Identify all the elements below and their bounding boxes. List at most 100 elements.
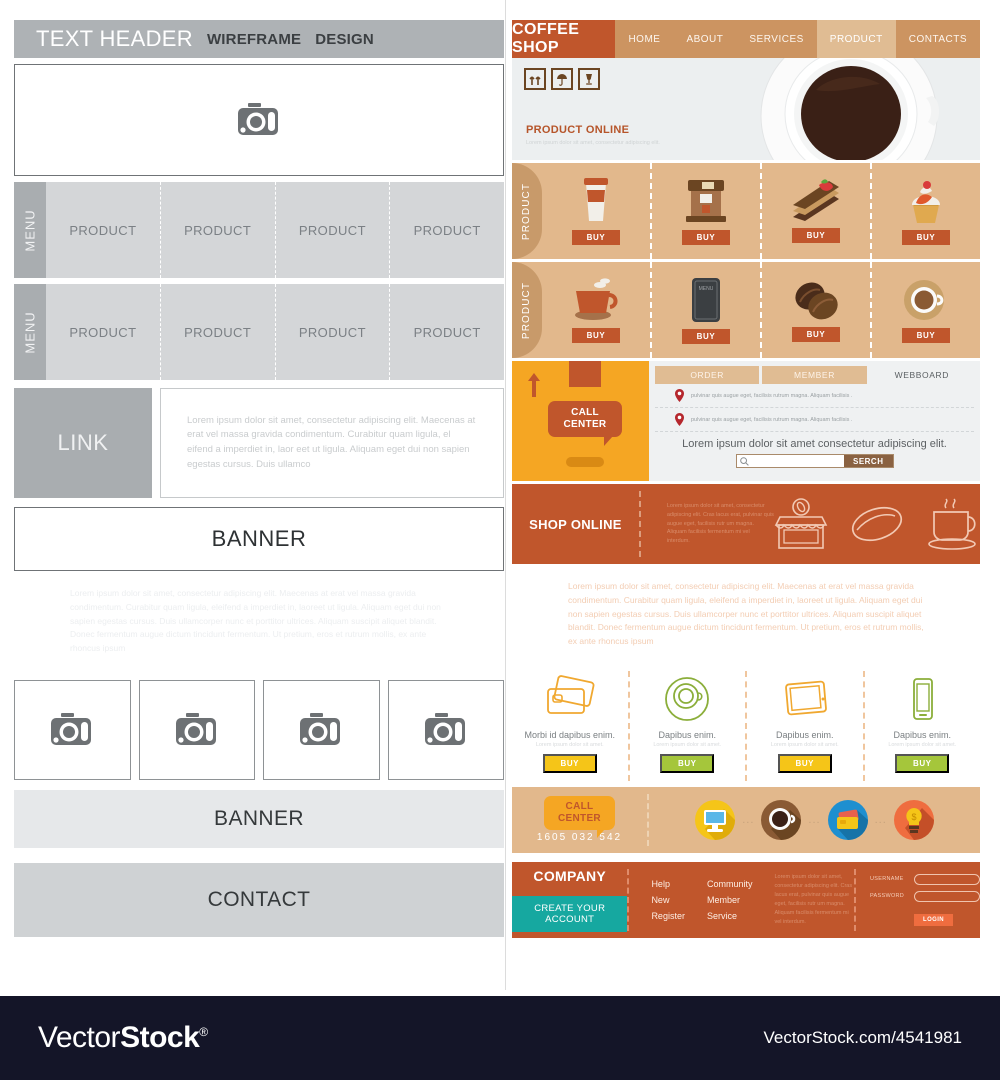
nav-item-services[interactable]: SERVICES — [736, 20, 816, 58]
menu-tab[interactable]: MENU — [14, 284, 46, 380]
vectorstock-logo: VectorStock® — [38, 1021, 208, 1055]
search-input[interactable] — [737, 455, 844, 467]
product-cell[interactable]: PRODUCT — [276, 182, 391, 278]
product-cell[interactable]: PRODUCT — [46, 182, 161, 278]
product-cell[interactable]: PRODUCT — [46, 284, 161, 380]
product-cell[interactable]: PRODUCT — [276, 284, 391, 380]
camera-icon — [300, 712, 341, 745]
feature-card: Morbi id dapibus enim. Lorem ipsum dolor… — [512, 670, 630, 781]
menu-board-label: MENU — [699, 286, 714, 292]
buy-button[interactable]: BUY — [895, 753, 950, 773]
password-field[interactable] — [914, 890, 980, 902]
nav-item-product[interactable]: PRODUCT — [816, 20, 896, 58]
hero-text: PRODUCT ONLINE Lorem ipsum dolor sit ame… — [526, 124, 660, 148]
product-cells: BUY MENU BUY BUY BUY — [542, 262, 980, 358]
vectorstock-url: VectorStock.com/4541981 — [763, 1028, 962, 1047]
location-pin-icon — [675, 413, 684, 426]
product-cell[interactable]: PRODUCT — [390, 182, 504, 278]
footer-link-member[interactable]: Member — [707, 895, 753, 905]
feature-card: Dapibus enim. Lorem ipsum dolor sit amet… — [747, 670, 865, 781]
nav-item-about[interactable]: ABOUT — [673, 20, 736, 58]
footer-link-service[interactable]: Service — [707, 911, 753, 921]
buy-button[interactable]: BUY — [791, 228, 841, 243]
call-center-bar: CALL CENTER 1605 032 542 ... ... ... $ — [512, 786, 980, 853]
order-list-item[interactable]: pulvinar quis augue eget, facilisis rutr… — [655, 384, 974, 408]
buy-button[interactable]: BUY — [681, 329, 731, 344]
box-tape — [569, 361, 601, 387]
menu-row: MENU PRODUCT PRODUCT PRODUCT PRODUCT — [14, 284, 504, 380]
hero-placeholder — [14, 64, 504, 176]
monitor-icon[interactable] — [694, 799, 736, 841]
call-center-bubble[interactable]: CALL CENTER — [544, 796, 615, 839]
arrow-up-icon — [528, 373, 540, 397]
feature-title: Dapibus enim. — [893, 729, 952, 740]
nav-item-contacts[interactable]: CONTACTS — [896, 20, 980, 58]
product-cell[interactable]: PRODUCT — [161, 284, 276, 380]
buy-button[interactable]: BUY — [791, 327, 841, 342]
username-field[interactable] — [914, 873, 980, 885]
wallet-cards-icon[interactable] — [827, 799, 869, 841]
buy-button[interactable]: BUY — [542, 753, 597, 773]
call-center-line2: CENTER — [563, 419, 607, 431]
dot-separator: ... — [742, 813, 755, 826]
buy-button[interactable]: BUY — [571, 328, 621, 343]
banner-bottom[interactable]: BANNER — [14, 789, 504, 848]
footer-link-register[interactable]: Register — [651, 911, 685, 921]
watermark-bar: VectorStock® VectorStock.com/4541981 — [0, 996, 1000, 1080]
footer-link-community[interactable]: Community — [707, 879, 753, 889]
coffee-cup-outline-icon — [928, 498, 976, 550]
footer-link-new[interactable]: New — [651, 895, 685, 905]
thumbnail-row — [14, 679, 504, 780]
brand-logo[interactable]: COFFEE SHOP — [512, 20, 616, 58]
service-icons: ... ... ... $ — [649, 799, 980, 841]
product-cell[interactable]: PRODUCT — [390, 284, 504, 380]
banner-top[interactable]: BANNER — [14, 507, 504, 571]
footer-link-help[interactable]: Help — [651, 879, 685, 889]
contact-block[interactable]: CONTACT — [14, 862, 504, 937]
tab-member[interactable]: MEMBER — [762, 366, 867, 384]
buy-button[interactable]: BUY — [571, 230, 621, 245]
footer-company: COMPANY CREATE YOUR ACCOUNT — [512, 867, 628, 932]
shop-online-text: Lorem ipsum dolor sit amet, consectetur … — [666, 502, 774, 545]
tab-order[interactable]: ORDER — [655, 366, 760, 384]
product-row-tab[interactable]: PRODUCT — [512, 163, 542, 259]
hero-title: PRODUCT ONLINE — [526, 124, 630, 137]
buy-button[interactable]: BUY — [660, 753, 715, 773]
tablet-icon — [784, 680, 827, 716]
logo-light: Vector — [38, 1021, 121, 1054]
menu-tab[interactable]: MENU — [14, 182, 46, 278]
coffee-cup-circle-icon[interactable] — [760, 799, 802, 841]
buy-button[interactable]: BUY — [681, 230, 731, 245]
footer-link-column: Community Member Service — [707, 879, 753, 921]
tab-webboard[interactable]: WEBBOARD — [870, 366, 974, 384]
this-side-up-icon — [524, 68, 546, 90]
company-title: COMPANY — [533, 867, 607, 884]
order-list-item[interactable]: pulvinar quis augue eget, facilisis rutr… — [655, 408, 974, 432]
lightbulb-idea-icon[interactable]: $ — [893, 799, 935, 841]
thumbnail[interactable] — [387, 679, 504, 780]
shop-online-banner: SHOP ONLINE Lorem ipsum dolor sit amet, … — [512, 484, 980, 564]
cake-slice-icon — [793, 179, 839, 221]
wireframe-paragraph-block: Lorem ipsum dolor sit amet, consectetur … — [14, 587, 504, 656]
call-center-bubble[interactable]: CALL CENTER — [548, 401, 622, 447]
nav-item-home[interactable]: HOME — [615, 20, 673, 58]
thumbnail[interactable] — [263, 679, 380, 780]
buy-button[interactable]: BUY — [901, 230, 951, 245]
menu-tab-label: MENU — [22, 310, 38, 354]
link-button[interactable]: LINK — [14, 388, 152, 498]
buy-button[interactable]: BUY — [777, 753, 832, 773]
thumbnail[interactable] — [138, 679, 255, 780]
product-cell[interactable]: PRODUCT — [161, 182, 276, 278]
login-button[interactable]: LOGIN — [914, 913, 953, 926]
buy-button[interactable]: BUY — [901, 328, 951, 343]
thumbnail[interactable] — [14, 679, 131, 780]
coffee-mug-icon — [575, 278, 618, 320]
product-row-tab[interactable]: PRODUCT — [512, 262, 542, 358]
footer-links: Help New Register Community Member Servi… — [629, 879, 752, 921]
site-paragraph-block: Lorem ipsum dolor sit amet, consectetur … — [512, 580, 980, 649]
panel-divider — [505, 0, 506, 990]
search-button[interactable]: SERCH — [843, 455, 893, 467]
product-item: MENU BUY — [652, 262, 762, 358]
main-nav: HOME ABOUT SERVICES PRODUCT CONTACTS — [615, 20, 980, 58]
create-account-button[interactable]: CREATE YOUR ACCOUNT — [512, 895, 628, 932]
